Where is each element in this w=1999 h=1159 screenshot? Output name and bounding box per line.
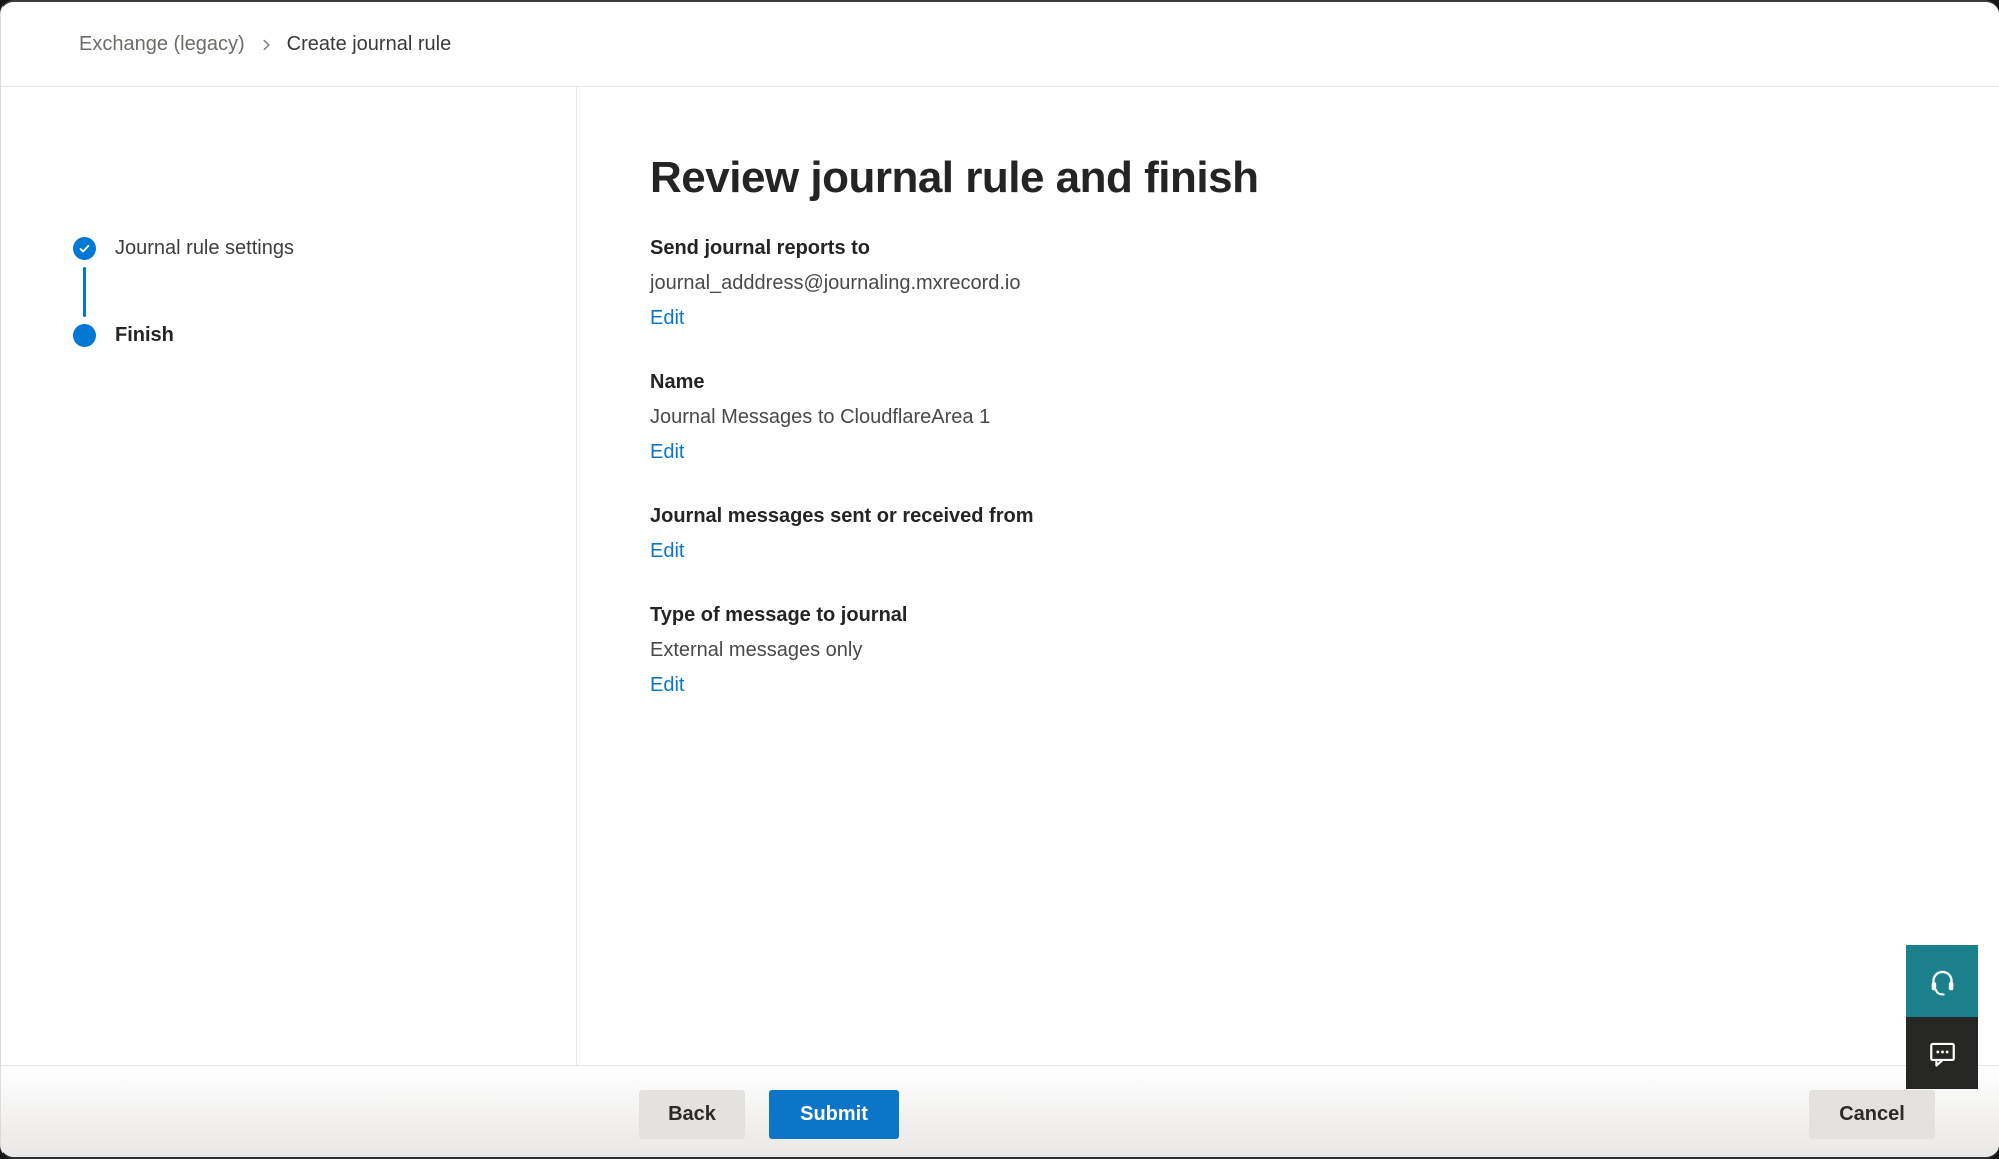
- chat-icon: [1927, 1038, 1958, 1069]
- wizard-step-finish[interactable]: Finish: [73, 323, 174, 347]
- edit-link-type-of-message-to-journal[interactable]: Edit: [650, 668, 684, 703]
- section-value: journal_adddress@journaling.mxrecord.io: [650, 266, 1939, 301]
- review-section-send-journal-reports-to: Send journal reports to journal_adddress…: [650, 231, 1939, 336]
- breadcrumb-exchange-legacy[interactable]: Exchange (legacy): [79, 33, 245, 56]
- submit-button[interactable]: Submit: [769, 1090, 899, 1139]
- step-label: Finish: [115, 323, 174, 347]
- floating-button-stack: [1906, 945, 1978, 1089]
- section-label: Type of message to journal: [650, 598, 1939, 633]
- review-panel: Review journal rule and finish Send jour…: [578, 87, 1999, 1065]
- chevron-right-icon: [259, 38, 273, 52]
- review-section-name: Name Journal Messages to CloudflareArea …: [650, 365, 1939, 470]
- footer-action-bar: Back Submit Cancel: [1, 1065, 1999, 1157]
- breadcrumb-create-journal-rule: Create journal rule: [287, 33, 452, 56]
- section-label: Name: [650, 365, 1939, 400]
- section-label: Journal messages sent or received from: [650, 499, 1939, 534]
- review-section-journal-messages-sent-or-received-from: Journal messages sent or received from E…: [650, 499, 1939, 569]
- step-current-dot-icon: [73, 324, 96, 347]
- step-connector-line: [83, 267, 86, 317]
- review-section-type-of-message-to-journal: Type of message to journal External mess…: [650, 598, 1939, 703]
- section-label: Send journal reports to: [650, 231, 1939, 266]
- step-label: Journal rule settings: [115, 236, 294, 260]
- headset-icon: [1927, 966, 1958, 997]
- section-value: Journal Messages to CloudflareArea 1: [650, 400, 1939, 435]
- page-title: Review journal rule and finish: [650, 149, 1939, 207]
- cancel-button[interactable]: Cancel: [1809, 1090, 1935, 1139]
- back-button[interactable]: Back: [639, 1090, 745, 1139]
- section-value: External messages only: [650, 633, 1939, 668]
- header-bar: Exchange (legacy) Create journal rule: [1, 2, 1999, 87]
- edit-link-name[interactable]: Edit: [650, 435, 684, 470]
- step-completed-check-icon: [73, 237, 96, 260]
- feedback-button[interactable]: [1906, 1017, 1978, 1089]
- help-button[interactable]: [1906, 945, 1978, 1017]
- wizard-steps-panel: Journal rule settings Finish: [1, 87, 577, 1065]
- app-window: Exchange (legacy) Create journal rule Jo…: [0, 0, 1999, 1159]
- edit-link-journal-messages-sent-or-received-from[interactable]: Edit: [650, 534, 684, 569]
- breadcrumb: Exchange (legacy) Create journal rule: [79, 33, 451, 56]
- wizard-step-journal-rule-settings[interactable]: Journal rule settings: [73, 236, 294, 260]
- edit-link-send-journal-reports-to[interactable]: Edit: [650, 301, 684, 336]
